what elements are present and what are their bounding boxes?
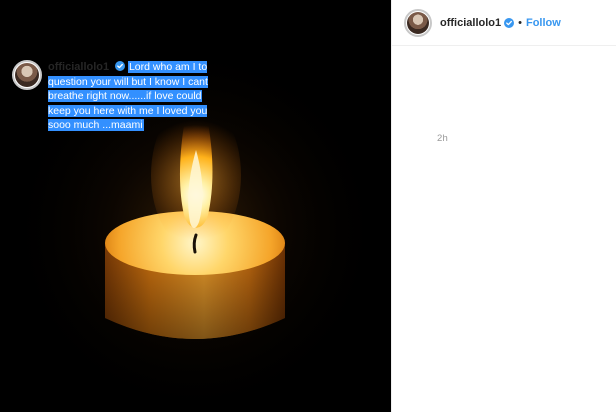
post-header: officiallolo1 • Follow xyxy=(392,0,616,46)
post-side-panel: officiallolo1 • Follow xyxy=(391,0,616,412)
caption-text-block: officiallolo1 Lord who am I to question … xyxy=(48,60,217,133)
caption-avatar[interactable] xyxy=(12,60,42,90)
verified-badge-icon xyxy=(504,17,515,28)
header-separator: • xyxy=(518,16,522,29)
profile-avatar[interactable] xyxy=(404,8,432,37)
caption-username[interactable]: officiallolo1 xyxy=(48,61,109,73)
caption-body: officiallolo1 Lord who am I to question … xyxy=(48,60,217,133)
verified-badge-icon xyxy=(115,61,126,71)
caption-comment: officiallolo1 Lord who am I to question … xyxy=(12,60,217,133)
header-username[interactable]: officiallolo1 xyxy=(440,17,501,29)
post-timestamp[interactable]: 2h xyxy=(437,133,448,144)
follow-button[interactable]: Follow xyxy=(526,17,561,29)
